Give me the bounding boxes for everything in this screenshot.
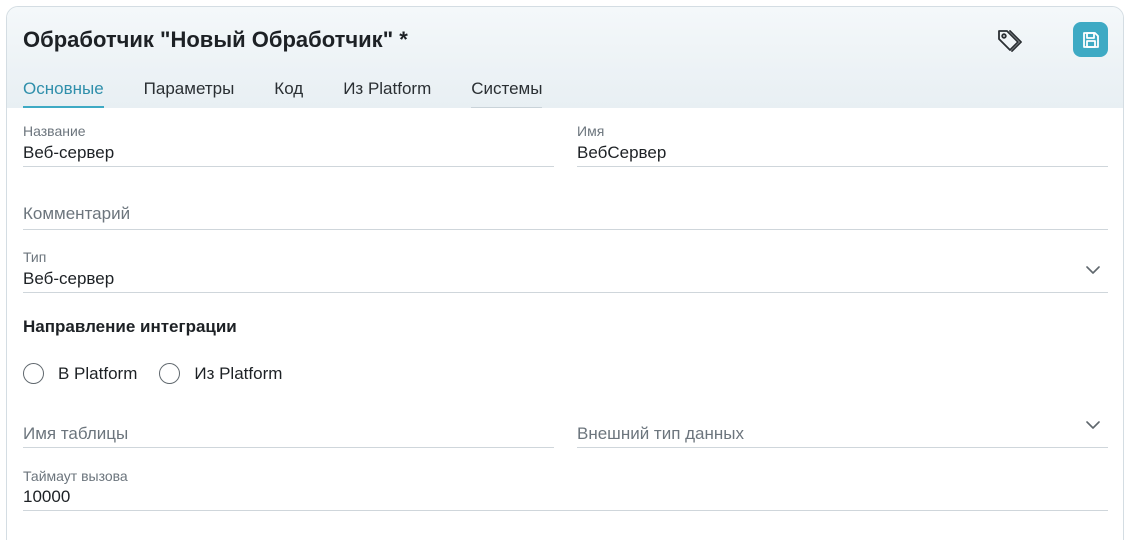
name-label: Название: [23, 123, 86, 139]
tab-main[interactable]: Основные: [23, 75, 104, 108]
tags-button[interactable]: [991, 23, 1027, 59]
name-field[interactable]: Название Веб-сервер: [23, 121, 554, 167]
timeout-field[interactable]: Таймаут вызова 10000: [23, 465, 1108, 511]
radio-to-platform[interactable]: В Platform: [23, 363, 137, 384]
type-label: Тип: [23, 249, 47, 265]
chevron-down-icon: [1086, 266, 1100, 274]
editor-header: Обработчик "Новый Обработчик" * Основные…: [7, 7, 1123, 108]
tab-from-platform[interactable]: Из Platform: [343, 75, 431, 108]
name-value: Веб-сервер: [23, 143, 115, 162]
integration-direction-radios: В Platform Из Platform: [23, 363, 304, 384]
timeout-value: 10000: [23, 487, 71, 506]
tags-icon: [998, 30, 1022, 52]
chevron-down-icon: [1086, 421, 1100, 429]
handler-editor-panel: Обработчик "Новый Обработчик" * Основные…: [6, 6, 1124, 540]
comment-field[interactable]: Комментарий: [23, 197, 1108, 230]
table-name-field[interactable]: Имя таблицы: [23, 417, 554, 448]
tab-code[interactable]: Код: [274, 75, 303, 108]
external-type-select[interactable]: Внешний тип данных: [577, 417, 1108, 448]
save-button[interactable]: [1073, 22, 1108, 57]
integration-direction-title: Направление интеграции: [23, 317, 237, 336]
page-title: Обработчик "Новый Обработчик" *: [23, 27, 408, 52]
system-name-field[interactable]: Имя ВебСервер: [577, 121, 1108, 167]
external-type-placeholder: Внешний тип данных: [577, 424, 745, 443]
type-select[interactable]: Тип Веб-сервер: [23, 247, 1108, 293]
tab-parameters[interactable]: Параметры: [144, 75, 235, 108]
radio-from-platform[interactable]: Из Platform: [159, 363, 282, 384]
system-name-label: Имя: [577, 123, 605, 139]
tab-bar: Основные Параметры Код Из Platform Систе…: [23, 75, 582, 108]
table-name-placeholder: Имя таблицы: [23, 424, 129, 443]
comment-placeholder: Комментарий: [23, 204, 131, 223]
timeout-label: Таймаут вызова: [23, 468, 128, 484]
radio-circle[interactable]: [159, 363, 181, 384]
radio-label: Из Platform: [194, 363, 283, 383]
radio-circle[interactable]: [23, 363, 44, 384]
radio-label: В Platform: [58, 363, 138, 383]
system-name-value: ВебСервер: [577, 143, 667, 162]
type-value: Веб-сервер: [23, 269, 115, 288]
tab-systems[interactable]: Системы: [471, 75, 543, 108]
save-icon: [1082, 31, 1099, 48]
